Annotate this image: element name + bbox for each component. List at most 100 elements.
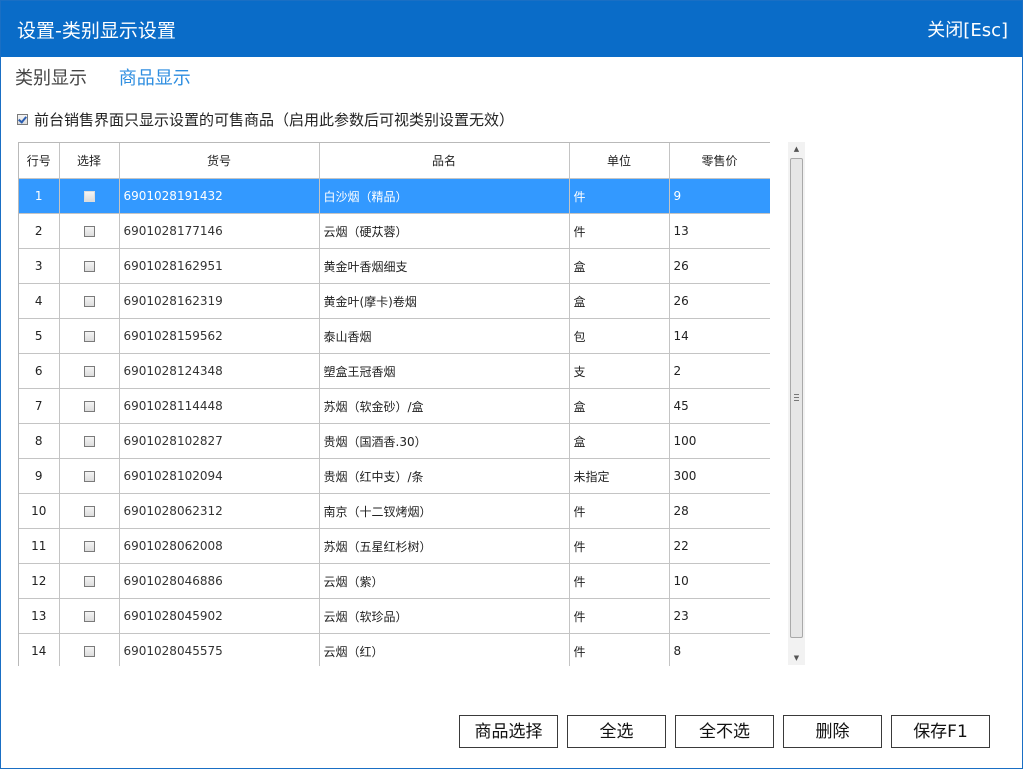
cell-select [59,178,120,214]
cell-row-no: 6 [19,353,60,389]
cell-name: 黄金叶香烟细支 [319,248,570,284]
scroll-up-arrow-icon[interactable]: ▲ [788,142,805,156]
scroll-down-arrow-icon[interactable]: ▼ [788,651,805,665]
row-select-checkbox[interactable] [83,506,95,517]
table-row[interactable]: 13 6901028045902 云烟（软珍品）件 23 [19,598,770,634]
cell-price: 300 [669,458,770,494]
row-select-checkbox[interactable] [83,366,95,377]
table-row[interactable]: 14 6901028045575 云烟（红）件 8 [19,633,770,666]
row-select-checkbox[interactable] [83,296,95,307]
cell-price: 14 [669,318,770,354]
cell-row-no: 2 [19,213,60,249]
select-goods-button[interactable]: 商品选择 [459,715,558,748]
cell-select [59,213,120,249]
col-header-row-no[interactable]: 行号 [19,143,60,179]
cell-name: 云烟（紫） [319,563,570,599]
table-row[interactable]: 3 6901028162951 黄金叶香烟细支盒 26 [19,248,770,284]
row-select-checkbox[interactable] [83,261,95,272]
cell-row-no: 13 [19,598,60,634]
col-header-price[interactable]: 零售价 [669,143,770,179]
cell-unit: 盒 [569,248,670,284]
cell-row-no: 1 [19,178,60,214]
row-select-checkbox[interactable] [83,331,95,342]
cell-price: 10 [669,563,770,599]
cell-name: 塑盒王冠香烟 [319,353,570,389]
cell-price: 13 [669,213,770,249]
cell-code: 6901028102094 [119,458,320,494]
cell-name: 黄金叶(摩卡)卷烟 [319,283,570,319]
row-select-checkbox[interactable] [83,401,95,412]
select-none-button[interactable]: 全不选 [675,715,774,748]
cell-unit: 盒 [569,423,670,459]
cell-name: 云烟（硬苁蓉） [319,213,570,249]
cell-unit: 未指定 [569,458,670,494]
cell-price: 22 [669,528,770,564]
row-select-checkbox[interactable] [83,191,95,202]
cell-price: 2 [669,353,770,389]
row-select-checkbox[interactable] [83,226,95,237]
cell-row-no: 4 [19,283,60,319]
cell-code: 6901028062008 [119,528,320,564]
table-row[interactable]: 1 6901028191432 白沙烟（精品）件 9 [19,178,770,214]
cell-name: 苏烟（软金砂）/盒 [319,388,570,424]
row-select-checkbox[interactable] [83,611,95,622]
cell-row-no: 3 [19,248,60,284]
table-row[interactable]: 5 6901028159562 泰山香烟包 14 [19,318,770,354]
close-button[interactable]: 关闭[Esc] [927,1,1008,57]
cell-unit: 件 [569,528,670,564]
cell-select [59,633,120,666]
table-row[interactable]: 8 6901028102827 贵烟（国酒香.30）盒 100 [19,423,770,459]
cell-unit: 盒 [569,388,670,424]
cell-unit: 支 [569,353,670,389]
cell-name: 贵烟（红中支）/条 [319,458,570,494]
table-row[interactable]: 12 6901028046886 云烟（紫）件 10 [19,563,770,599]
cell-name: 白沙烟（精品） [319,178,570,214]
table-row[interactable]: 2 6901028177146 云烟（硬苁蓉）件 13 [19,213,770,249]
table-row[interactable]: 4 6901028162319 黄金叶(摩卡)卷烟盒 26 [19,283,770,319]
col-header-code[interactable]: 货号 [119,143,320,179]
table-row[interactable]: 10 6901028062312 南京（十二钗烤烟）件 28 [19,493,770,529]
col-header-select[interactable]: 选择 [59,143,120,179]
col-header-name[interactable]: 品名 [319,143,570,179]
table-row[interactable]: 11 6901028062008 苏烟（五星红杉树）件 22 [19,528,770,564]
select-all-button[interactable]: 全选 [567,715,666,748]
cell-row-no: 9 [19,458,60,494]
row-select-checkbox[interactable] [83,576,95,587]
table-row[interactable]: 7 6901028114448 苏烟（软金砂）/盒盒 45 [19,388,770,424]
cell-price: 8 [669,633,770,666]
cell-unit: 包 [569,318,670,354]
delete-button[interactable]: 删除 [783,715,882,748]
cell-code: 6901028045575 [119,633,320,666]
table-header-row: 行号 选择 货号 品名 单位 零售价 [19,143,770,179]
scroll-thumb[interactable] [790,158,803,638]
cell-price: 9 [669,178,770,214]
cell-unit: 件 [569,563,670,599]
cell-select [59,388,120,424]
tab-category-display[interactable]: 类别显示 [15,65,87,93]
cell-select [59,283,120,319]
cell-price: 26 [669,283,770,319]
row-select-checkbox[interactable] [83,646,95,657]
row-select-checkbox[interactable] [83,471,95,482]
cell-code: 6901028162951 [119,248,320,284]
table-row[interactable]: 9 6901028102094 贵烟（红中支）/条 未指定 300 [19,458,770,494]
row-select-checkbox[interactable] [83,436,95,447]
cell-price: 23 [669,598,770,634]
cell-unit: 件 [569,178,670,214]
cell-select [59,598,120,634]
sale-only-checkbox[interactable] [17,113,28,125]
row-select-checkbox[interactable] [83,541,95,552]
cell-price: 26 [669,248,770,284]
save-button[interactable]: 保存F1 [891,715,990,748]
cell-name: 泰山香烟 [319,318,570,354]
col-header-unit[interactable]: 单位 [569,143,670,179]
cell-unit: 件 [569,633,670,666]
cell-name: 苏烟（五星红杉树） [319,528,570,564]
grid-scrollbar[interactable]: ▲ ▼ [788,142,805,665]
cell-row-no: 8 [19,423,60,459]
cell-select [59,528,120,564]
cell-code: 6901028102827 [119,423,320,459]
tab-goods-display[interactable]: 商品显示 [119,65,191,93]
table-row[interactable]: 6 6901028124348 塑盒王冠香烟支 2 [19,353,770,389]
cell-select [59,423,120,459]
